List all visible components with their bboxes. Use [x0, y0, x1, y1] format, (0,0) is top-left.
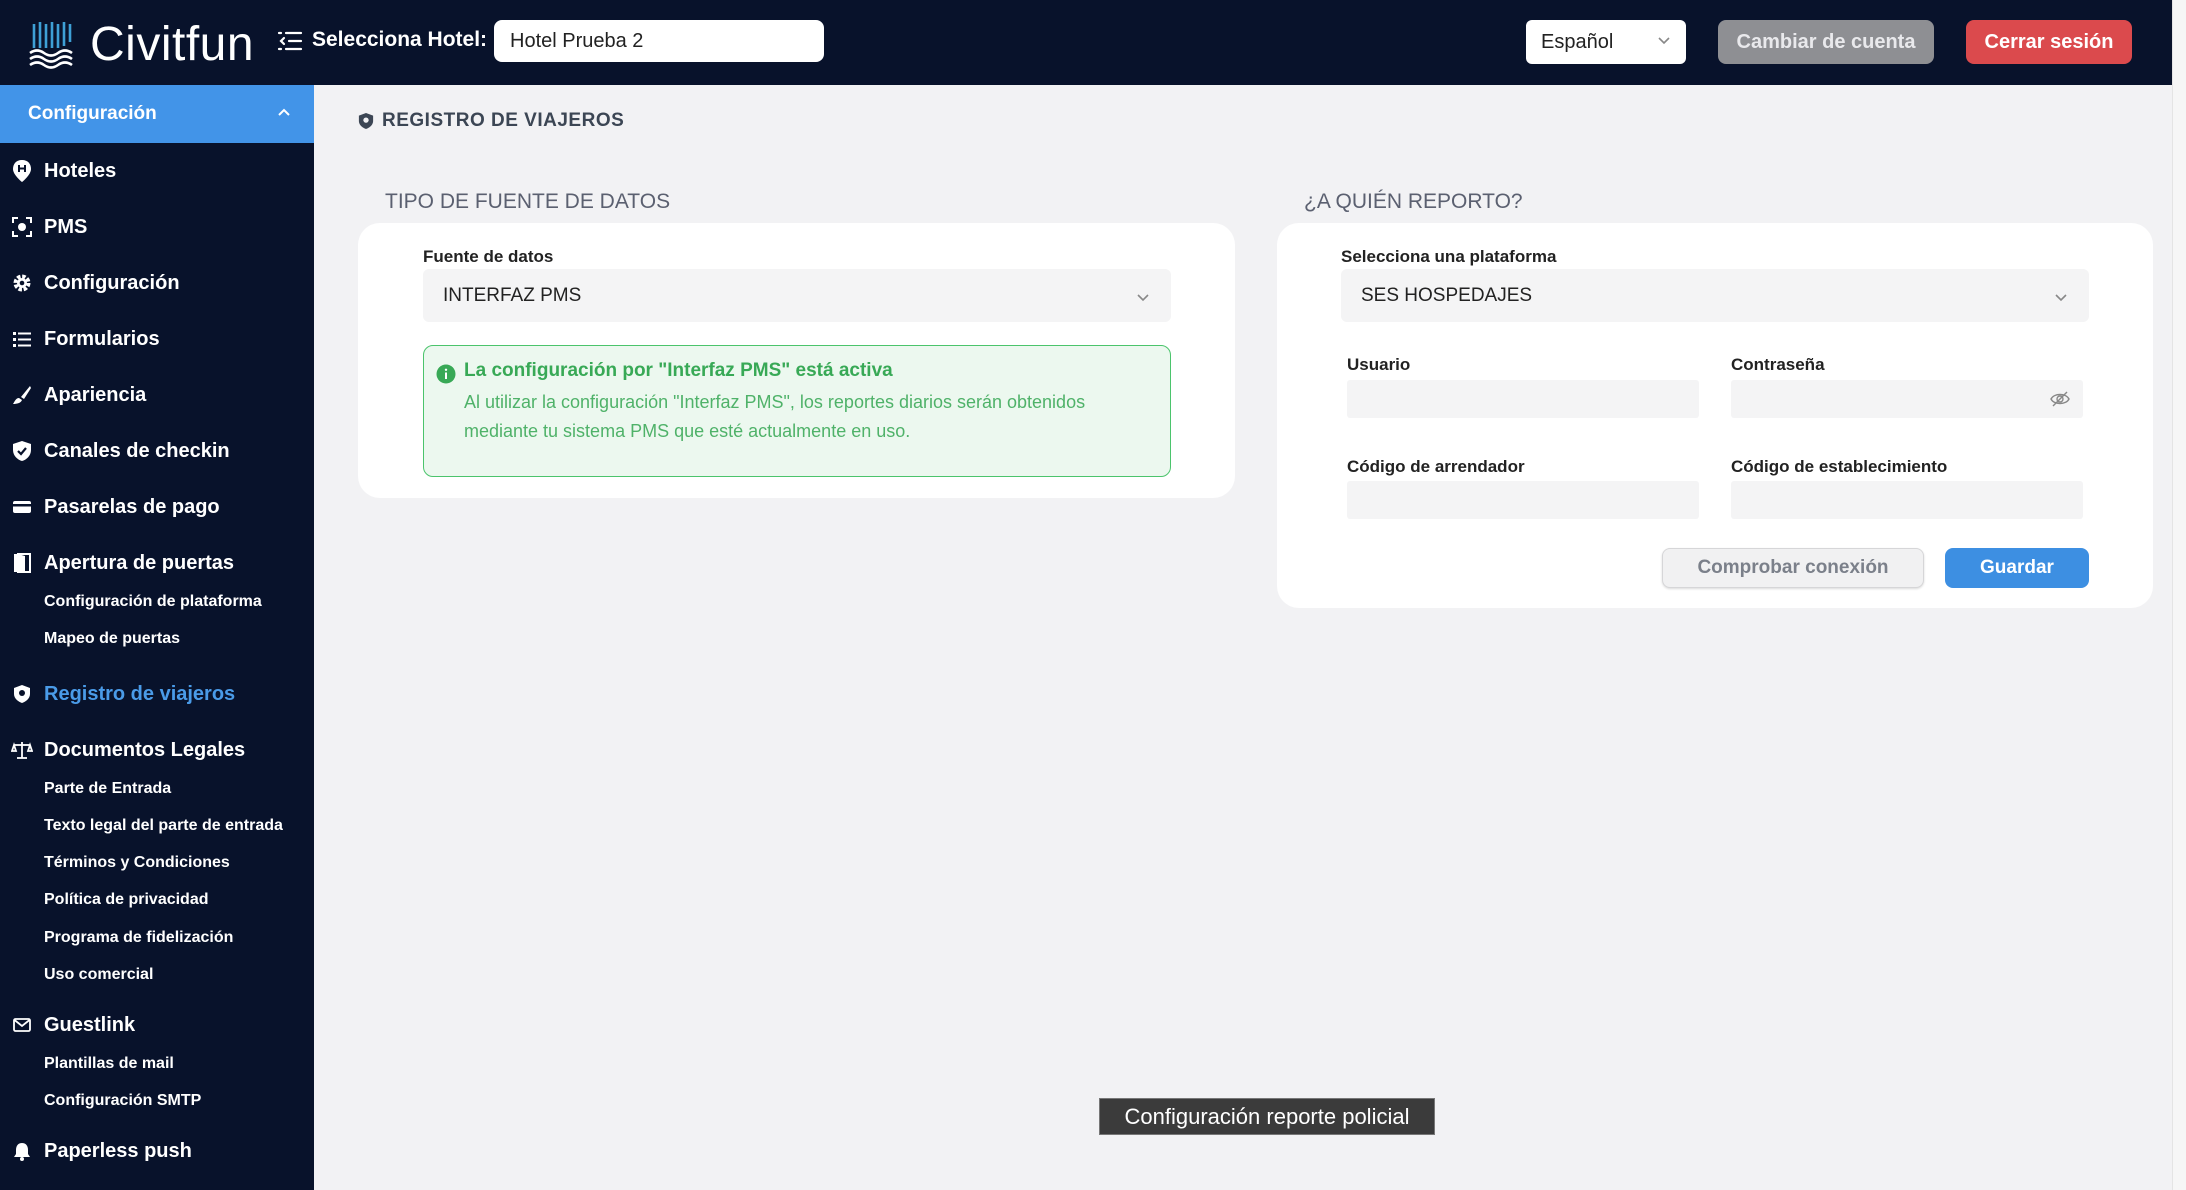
brand-name: Civitfun — [90, 18, 255, 71]
shield-badge-icon — [14, 685, 30, 703]
lessor-field-label: Código de arrendador — [1347, 457, 1525, 476]
sidebar-subitem-texto-legal[interactable]: Texto legal del parte de entrada — [44, 817, 283, 835]
chevron-up-icon — [278, 108, 290, 116]
lessor-code-input[interactable] — [1347, 481, 1699, 519]
sidebar-item-guestlink[interactable]: Guestlink — [0, 1011, 314, 1039]
platform-value: SES HOSPEDAJES — [1361, 284, 1533, 306]
mail-icon — [13, 1018, 31, 1032]
page-title: REGISTRO DE VIAJEROS — [358, 110, 624, 132]
test-connection-button[interactable]: Comprobar conexión — [1662, 548, 1924, 588]
source-section-title: TIPO DE FUENTE DE DATOS — [385, 190, 671, 213]
sidebar-item-paperless[interactable]: Paperless push — [0, 1137, 314, 1165]
report-section-title: ¿A QUIÉN REPORTO? — [1304, 190, 1523, 213]
sidebar-item-label: PMS — [44, 215, 88, 238]
sidebar-subitem-parte-entrada[interactable]: Parte de Entrada — [44, 780, 171, 798]
sidebar-item-registro-viajeros[interactable]: Registro de viajeros — [0, 680, 314, 708]
sidebar-item-apariencia[interactable]: Apariencia — [0, 381, 314, 409]
sidebar-subitem-config-plataforma[interactable]: Configuración de plataforma — [44, 593, 262, 611]
sidebar-item-label: Documentos Legales — [44, 738, 246, 761]
sidebar-subitem-plantillas[interactable]: Plantillas de mail — [44, 1055, 174, 1073]
logout-button[interactable]: Cerrar sesión — [1966, 20, 2132, 64]
hotel-select-input[interactable] — [494, 20, 824, 62]
data-source-select[interactable]: INTERFAZ PMS — [423, 269, 1171, 322]
sidebar-item-hoteles[interactable]: Hoteles — [0, 157, 314, 185]
source-field-label: Fuente de datos — [423, 247, 554, 266]
list-icon — [13, 332, 31, 347]
sidebar-subitem-terminos[interactable]: Términos y Condiciones — [44, 854, 230, 872]
sidebar-item-label: Canales de checkin — [44, 439, 230, 462]
save-button[interactable]: Guardar — [1945, 548, 2089, 588]
info-icon — [436, 364, 456, 384]
scale-icon — [11, 742, 33, 759]
user-input[interactable] — [1347, 380, 1699, 418]
sidebar-item-documentos[interactable]: Documentos Legales — [0, 736, 314, 764]
chevron-down-icon — [2055, 294, 2067, 302]
establishment-code-input[interactable] — [1731, 481, 2083, 519]
alert-title: La configuración por "Interfaz PMS" está… — [464, 360, 893, 381]
sidebar-item-label: Registro de viajeros — [44, 682, 236, 705]
sidebar-item-label: Apariencia — [44, 383, 147, 406]
top-bar: Civitfun Selecciona Hotel: Español Cambi… — [0, 0, 2186, 85]
pms-scan-icon — [12, 217, 32, 237]
brand-logo[interactable]: Civitfun — [28, 17, 254, 72]
scrollbar[interactable] — [2172, 0, 2186, 1190]
password-field-label: Contraseña — [1731, 355, 1825, 374]
hotel-select-label: Selecciona Hotel: — [312, 28, 488, 51]
sidebar-subitem-fidelizacion[interactable]: Programa de fidelización — [44, 929, 233, 947]
sidebar-subitem-mapeo-puertas[interactable]: Mapeo de puertas — [44, 630, 180, 648]
page-title-text: REGISTRO DE VIAJEROS — [382, 110, 625, 131]
language-value: Español — [1541, 31, 1614, 53]
sidebar-item-canales[interactable]: Canales de checkin — [0, 437, 314, 465]
bell-icon — [14, 1143, 30, 1161]
sidebar-section-label: Configuración — [28, 103, 157, 124]
platform-field-label: Selecciona una plataforma — [1341, 247, 1557, 266]
sidebar-item-apertura[interactable]: Apertura de puertas — [0, 549, 314, 577]
sidebar-item-label: Configuración — [44, 271, 180, 294]
sidebar-item-pms[interactable]: PMS — [0, 213, 314, 241]
menu-collapse-icon[interactable] — [277, 28, 303, 54]
platform-select[interactable]: SES HOSPEDAJES — [1341, 269, 2089, 322]
shield-badge-icon — [358, 113, 374, 129]
credit-card-icon — [13, 501, 31, 513]
sidebar-item-label: Pasarelas de pago — [44, 495, 220, 518]
door-icon — [14, 553, 31, 573]
shield-check-icon — [13, 441, 31, 461]
civitfun-logo-icon — [29, 21, 73, 69]
sidebar-item-label: Hoteles — [44, 159, 117, 182]
sidebar-item-label: Formularios — [44, 327, 160, 350]
sidebar-item-label: Apertura de puertas — [44, 551, 235, 574]
sidebar-section-configuracion[interactable]: Configuración — [0, 85, 314, 143]
sidebar-subitem-smtp[interactable]: Configuración SMTP — [44, 1092, 201, 1110]
pms-active-alert: La configuración por "Interfaz PMS" está… — [423, 345, 1171, 477]
sidebar-item-configuracion[interactable]: Configuración — [0, 269, 314, 297]
tooltip: Configuración reporte policial — [1099, 1098, 1435, 1135]
sidebar: Configuración Hoteles PMS Configuración … — [0, 85, 314, 1190]
sidebar-subitem-uso-comercial[interactable]: Uso comercial — [44, 966, 153, 984]
password-input[interactable] — [1731, 380, 2083, 418]
data-source-value: INTERFAZ PMS — [443, 284, 582, 306]
establishment-field-label: Código de establecimiento — [1731, 457, 1948, 476]
chevron-down-icon — [1137, 294, 1149, 302]
hotel-pin-icon — [13, 160, 31, 182]
eye-off-icon[interactable] — [2050, 390, 2070, 408]
gear-icon — [13, 274, 31, 292]
sidebar-item-pasarelas[interactable]: Pasarelas de pago — [0, 493, 314, 521]
switch-account-button[interactable]: Cambiar de cuenta — [1718, 20, 1934, 64]
sidebar-item-formularios[interactable]: Formularios — [0, 325, 314, 353]
language-select[interactable]: Español — [1526, 20, 1686, 64]
user-field-label: Usuario — [1347, 355, 1411, 374]
sidebar-item-label: Guestlink — [44, 1013, 136, 1036]
alert-body: Al utilizar la configuración "Interfaz P… — [464, 392, 1086, 441]
sidebar-item-label: Paperless push — [44, 1139, 192, 1162]
chevron-down-icon — [1658, 37, 1670, 45]
brush-icon — [13, 386, 31, 404]
sidebar-subitem-privacidad[interactable]: Política de privacidad — [44, 891, 209, 909]
